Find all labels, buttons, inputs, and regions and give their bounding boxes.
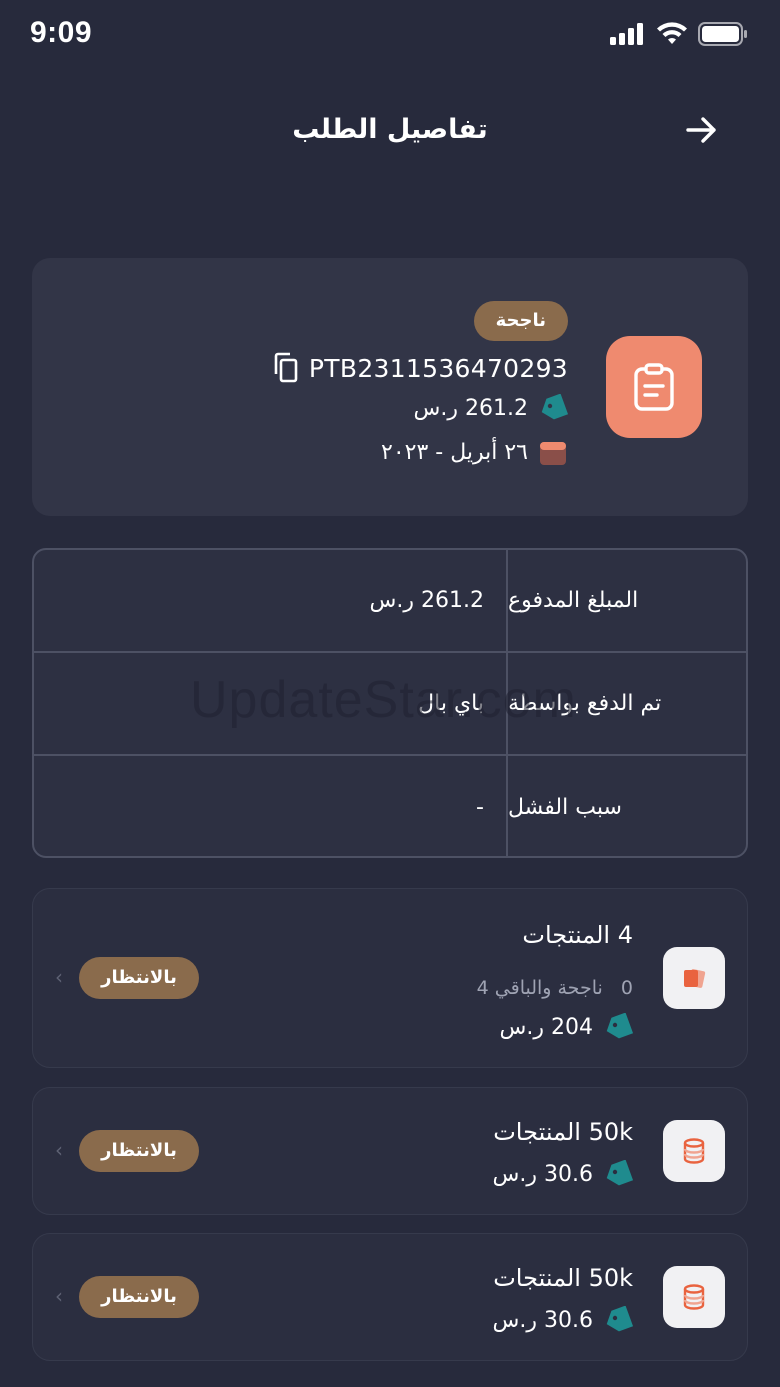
copy-icon[interactable] bbox=[271, 352, 299, 384]
pending-badge: بالانتظار bbox=[79, 957, 199, 999]
product-title: 50k المنتجات bbox=[493, 1118, 633, 1146]
product-price: 30.6 ر.س bbox=[492, 1161, 593, 1187]
order-id: PTB2311536470293 bbox=[308, 353, 568, 383]
info-label: سبب الفشل bbox=[506, 756, 746, 856]
product-card[interactable]: 4 المنتجات 0 ناجحة والباقي 4 204 ر.س بال… bbox=[32, 888, 748, 1068]
pending-badge: بالانتظار bbox=[79, 1130, 199, 1172]
order-amount: 261.2 ر.س bbox=[413, 395, 528, 421]
info-value: باي بال bbox=[418, 691, 484, 716]
product-price-row: 30.6 ر.س bbox=[493, 1306, 633, 1334]
chevron-left-icon: ‹ bbox=[55, 1138, 63, 1162]
price-tag-icon bbox=[606, 1306, 633, 1332]
wifi-icon bbox=[657, 22, 687, 44]
status-badge: ناجحة bbox=[473, 301, 568, 341]
info-value: 261.2 ر.س bbox=[369, 588, 484, 613]
order-summary-card: ناجحة PTB2311536470293 261.2 ر.س ٢٦ أبري… bbox=[32, 258, 748, 516]
product-icon-box bbox=[663, 1120, 725, 1182]
status-icons bbox=[610, 22, 748, 46]
remaining-text: ناجحة والباقي 4 bbox=[476, 977, 603, 999]
product-icon-box bbox=[663, 1266, 725, 1328]
product-price: 204 ر.س bbox=[499, 1014, 593, 1040]
coins-icon bbox=[683, 1284, 705, 1310]
product-price: 30.6 ر.س bbox=[492, 1307, 593, 1333]
success-count: 0 bbox=[620, 977, 633, 999]
battery-icon bbox=[698, 22, 747, 46]
product-icon-box bbox=[663, 947, 725, 1009]
info-row-failure-reason: سبب الفشل - bbox=[34, 756, 746, 856]
pending-badge: بالانتظار bbox=[79, 1276, 199, 1318]
price-tag-icon bbox=[606, 1160, 633, 1186]
signal-icon bbox=[610, 23, 643, 45]
page-title: تفاصيل الطلب bbox=[292, 114, 488, 145]
status-time: 9:09 bbox=[30, 16, 93, 49]
info-row-amount-paid: المبلغ المدفوع 261.2 ر.س bbox=[34, 550, 746, 653]
calendar-icon bbox=[540, 442, 566, 465]
product-price-row: 204 ر.س bbox=[500, 1013, 633, 1041]
payment-info-table: المبلغ المدفوع 261.2 ر.س تم الدفع بواسطة… bbox=[32, 548, 748, 858]
status-bar: 9:09 bbox=[0, 0, 780, 72]
chevron-left-icon: ‹ bbox=[55, 1284, 63, 1308]
arrow-right-icon bbox=[686, 117, 716, 143]
header: تفاصيل الطلب bbox=[0, 90, 780, 170]
order-date-row: ٢٦ أبريل - ٢٠٢٣ bbox=[381, 438, 568, 466]
price-tag-icon bbox=[606, 1013, 633, 1039]
product-title: 4 المنتجات bbox=[522, 921, 633, 949]
order-amount-row: 261.2 ر.س bbox=[414, 394, 568, 422]
chevron-left-icon: ‹ bbox=[55, 965, 63, 989]
product-card[interactable]: 50k المنتجات 30.6 ر.س بالانتظار ‹ bbox=[32, 1233, 748, 1361]
coins-icon bbox=[683, 1138, 705, 1164]
info-value: - bbox=[476, 795, 484, 820]
back-button[interactable] bbox=[682, 110, 722, 150]
info-label: المبلغ المدفوع bbox=[506, 550, 746, 651]
price-tag-icon bbox=[541, 394, 568, 420]
product-price-row: 30.6 ر.س bbox=[493, 1160, 633, 1188]
order-date: ٢٦ أبريل - ٢٠٢٣ bbox=[381, 439, 528, 465]
info-label: تم الدفع بواسطة bbox=[506, 653, 746, 754]
order-id-row: PTB2311536470293 bbox=[271, 352, 568, 384]
info-row-paid-by: تم الدفع بواسطة باي بال bbox=[34, 653, 746, 756]
clipboard-icon bbox=[634, 363, 674, 411]
order-icon-box bbox=[606, 336, 702, 438]
product-subtitle: 0 ناجحة والباقي 4 bbox=[477, 977, 633, 999]
product-title: 50k المنتجات bbox=[493, 1264, 633, 1292]
cards-icon bbox=[684, 969, 706, 988]
product-card[interactable]: 50k المنتجات 30.6 ر.س بالانتظار ‹ bbox=[32, 1087, 748, 1215]
